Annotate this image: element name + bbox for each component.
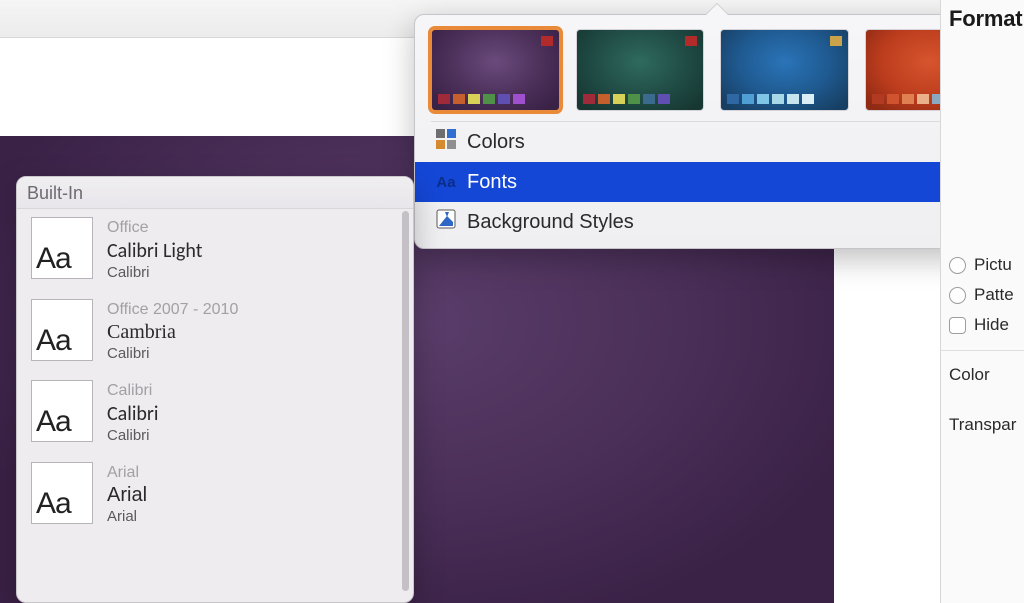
theme-accent-chip: [541, 36, 553, 46]
menu-bgstyles-label: Background Styles: [467, 211, 634, 234]
font-body-name: Calibri: [107, 427, 159, 444]
radio-icon: [949, 257, 966, 274]
font-caption: Calibri: [107, 382, 159, 400]
theme-accent-chip: [685, 36, 697, 46]
font-heading-name: Cambria: [107, 321, 238, 344]
theme-popover-menu: Colors Aa Fonts Background Styles: [431, 121, 993, 242]
font-heading-name: Calibri Light: [107, 239, 202, 263]
font-theme-item[interactable]: AaArialArialArial: [17, 454, 413, 535]
format-panel-title: Format: [941, 4, 1024, 42]
font-caption: Office: [107, 219, 202, 237]
font-body-name: Arial: [107, 508, 147, 525]
fill-pattern-label: Patte: [974, 285, 1014, 305]
theme-color-chips: [583, 94, 670, 104]
theme-thumbnail[interactable]: [576, 29, 705, 111]
hide-bg-checkbox-row[interactable]: Hide: [941, 310, 1024, 340]
color-label: Color: [941, 359, 1024, 391]
font-swatch: Aa: [31, 462, 93, 524]
checkbox-icon: [949, 317, 966, 334]
format-background-panel: Format Pictu Patte Hide Color Transpar: [940, 0, 1024, 603]
theme-thumbnail[interactable]: [431, 29, 560, 111]
font-theme-item[interactable]: Aa Office 2007 - 2010 CambriaCalibri: [17, 291, 413, 372]
transparency-label: Transpar: [941, 409, 1024, 441]
fonts-icon: Aa: [435, 174, 457, 191]
theme-variants-popover: Colors Aa Fonts Background Styles: [414, 14, 1010, 249]
fill-picture-label: Pictu: [974, 255, 1012, 275]
menu-fonts-label: Fonts: [467, 171, 517, 194]
font-caption: Office 2007 - 2010: [107, 301, 238, 319]
fill-pattern-radio-row[interactable]: Patte: [941, 280, 1024, 310]
font-heading-name: Calibri: [107, 402, 159, 426]
font-heading-name: Arial: [107, 484, 147, 507]
font-swatch: Aa: [31, 380, 93, 442]
menu-colors-label: Colors: [467, 131, 525, 154]
background-styles-icon: [435, 208, 457, 236]
font-caption: Arial: [107, 464, 147, 482]
divider: [941, 350, 1024, 351]
fonts-list[interactable]: AaOfficeCalibri LightCalibriAaOffice 200…: [17, 209, 413, 600]
font-theme-item[interactable]: Aa Office Calibri LightCalibri: [17, 209, 413, 291]
hide-bg-label: Hide: [974, 315, 1009, 335]
theme-color-chips: [727, 94, 814, 104]
font-swatch: Aa: [31, 217, 93, 279]
menu-fonts[interactable]: Aa Fonts: [415, 162, 1009, 202]
font-body-name: Calibri: [107, 345, 238, 362]
menu-background-styles[interactable]: Background Styles: [431, 202, 993, 242]
fill-picture-radio-row[interactable]: Pictu: [941, 250, 1024, 280]
theme-thumbnail-row: [431, 29, 993, 111]
font-body-name: Calibri: [107, 264, 202, 281]
theme-accent-chip: [830, 36, 842, 46]
scrollbar[interactable]: [402, 211, 409, 591]
radio-icon: [949, 287, 966, 304]
theme-color-chips: [438, 94, 525, 104]
fonts-panel-header: Built-In: [17, 177, 413, 209]
colors-icon: [435, 128, 457, 156]
theme-thumbnail[interactable]: [720, 29, 849, 111]
fonts-theme-panel: Built-In AaOfficeCalibri LightCalibriAaO…: [16, 176, 414, 603]
font-theme-item[interactable]: AaCalibriCalibriCalibri: [17, 372, 413, 454]
font-swatch: Aa: [31, 299, 93, 361]
menu-colors[interactable]: Colors: [431, 122, 993, 162]
